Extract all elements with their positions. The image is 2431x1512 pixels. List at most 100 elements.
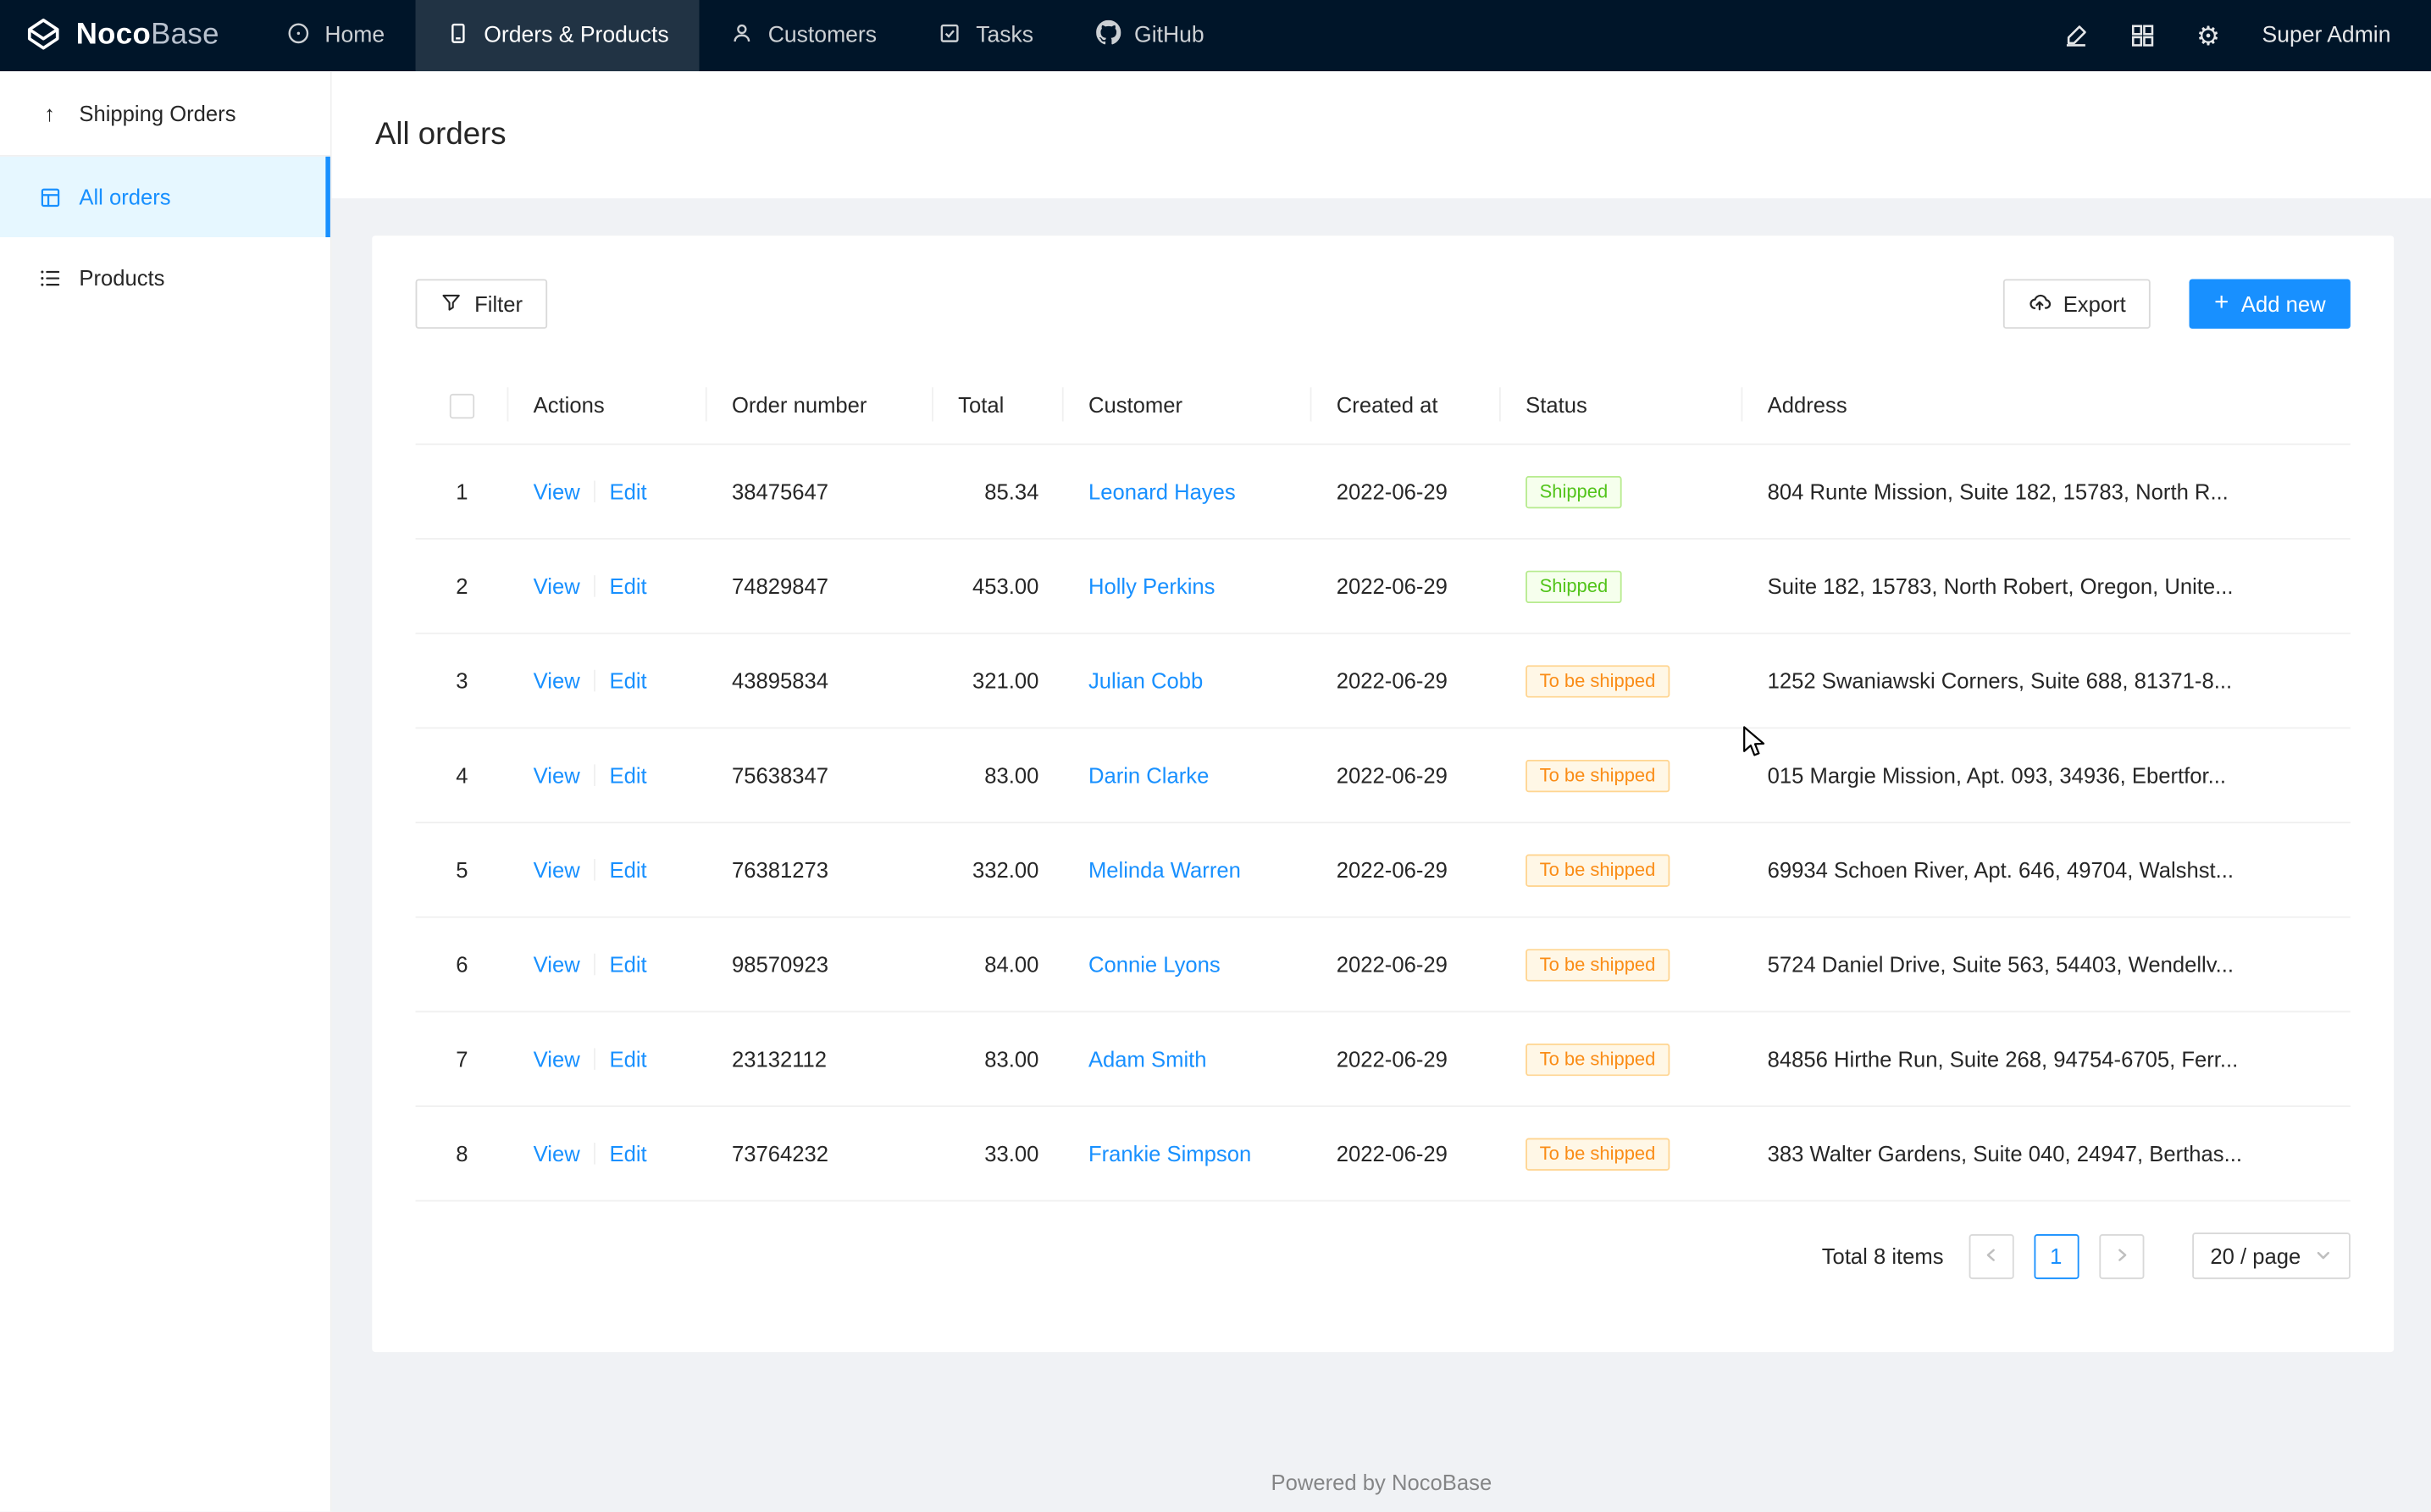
created-at-cell: 2022-06-29 (1312, 573, 1501, 598)
total-cell: 83.00 (933, 1047, 1064, 1072)
created-at-cell: 2022-06-29 (1312, 479, 1501, 504)
edit-link[interactable]: Edit (610, 1141, 647, 1166)
logo-text: NocoBase (76, 19, 219, 53)
nocobase-logo[interactable]: NocoBase (0, 0, 257, 71)
table-row: 8 View Edit 73764232 33.00 Frankie Simps… (416, 1107, 2351, 1202)
edit-link[interactable]: Edit (610, 763, 647, 788)
view-link[interactable]: View (534, 763, 580, 788)
nav-item-tasks[interactable]: Tasks (908, 0, 1065, 71)
customer-link[interactable]: Darin Clarke (1088, 763, 1209, 788)
row-index: 4 (416, 763, 509, 788)
table-row: 6 View Edit 98570923 84.00 Connie Lyons … (416, 918, 2351, 1013)
sidebar-item-label: All orders (79, 185, 170, 209)
page-header: All orders (332, 71, 2431, 198)
sidebar-item-products[interactable]: Products (0, 237, 330, 318)
pagination-page-1[interactable]: 1 (2034, 1233, 2079, 1278)
status-badge: Shipped (1526, 475, 1622, 507)
edit-link[interactable]: Edit (610, 1047, 647, 1072)
page-size-value: 20 / page (2210, 1243, 2301, 1268)
table-header-row: Actions Order number Total Customer Crea… (416, 366, 2351, 445)
order-number-cell: 23132112 (707, 1047, 933, 1072)
customer-link[interactable]: Connie Lyons (1088, 952, 1221, 977)
user-menu[interactable]: Super Admin (2262, 23, 2390, 47)
created-at-cell: 2022-06-29 (1312, 857, 1501, 882)
address-cell: 69934 Schoen River, Apt. 646, 49704, Wal… (1742, 857, 2351, 882)
row-index: 3 (416, 668, 509, 693)
nav-item-label: Customers (768, 23, 877, 47)
row-actions: View Edit (508, 763, 706, 788)
customer-cell: Julian Cobb (1064, 668, 1312, 693)
view-link[interactable]: View (534, 668, 580, 693)
status-badge: To be shipped (1526, 759, 1670, 791)
export-button[interactable]: Export (2002, 279, 2151, 329)
highlight-icon[interactable] (2063, 23, 2088, 47)
chevron-down-icon (2315, 1243, 2332, 1268)
nav-item-home[interactable]: Home (257, 0, 416, 71)
status-cell: To be shipped (1501, 1043, 1743, 1075)
view-link[interactable]: View (534, 1047, 580, 1072)
status-cell: To be shipped (1501, 759, 1743, 791)
total-cell: 321.00 (933, 668, 1064, 693)
column-header-total: Total (933, 392, 1064, 417)
status-badge: Shipped (1526, 570, 1622, 602)
row-index: 7 (416, 1047, 509, 1072)
edit-link[interactable]: Edit (610, 952, 647, 977)
filter-button[interactable]: Filter (416, 279, 548, 329)
customer-link[interactable]: Adam Smith (1088, 1047, 1207, 1072)
chevron-right-icon (2113, 1243, 2129, 1268)
created-at-cell: 2022-06-29 (1312, 668, 1501, 693)
export-button-label: Export (2063, 291, 2126, 316)
created-at-cell: 2022-06-29 (1312, 952, 1501, 977)
table-row: 2 View Edit 74829847 453.00 Holly Perkin… (416, 540, 2351, 634)
status-cell: To be shipped (1501, 1138, 1743, 1170)
tasks-icon (939, 21, 961, 51)
sidebar-item-all-orders[interactable]: All orders (0, 157, 330, 237)
add-new-button[interactable]: + Add new (2190, 279, 2351, 329)
nav-item-github[interactable]: GitHub (1065, 0, 1236, 71)
edit-link[interactable]: Edit (610, 857, 647, 882)
view-link[interactable]: View (534, 573, 580, 598)
nav-item-orders-products[interactable]: Orders & Products (416, 0, 700, 71)
customer-cell: Holly Perkins (1064, 573, 1312, 598)
action-divider (594, 670, 595, 692)
status-badge: To be shipped (1526, 1043, 1670, 1075)
table-row: 3 View Edit 43895834 321.00 Julian Cobb … (416, 634, 2351, 729)
view-link[interactable]: View (534, 952, 580, 977)
page-size-select[interactable]: 20 / page (2191, 1232, 2350, 1279)
nav-item-customers[interactable]: Customers (700, 0, 907, 71)
pagination-prev-button[interactable] (1969, 1233, 2013, 1278)
address-cell: 5724 Daniel Drive, Suite 563, 54403, Wen… (1742, 952, 2351, 977)
toolbar-right: Export + Add new (2002, 279, 2351, 329)
view-link[interactable]: View (534, 857, 580, 882)
edit-link[interactable]: Edit (610, 479, 647, 504)
edit-link[interactable]: Edit (610, 668, 647, 693)
column-header-actions: Actions (508, 392, 706, 417)
select-all-checkbox[interactable] (450, 393, 474, 418)
blocks-icon[interactable] (2129, 23, 2154, 47)
order-number-cell: 75638347 (707, 763, 933, 788)
customer-link[interactable]: Leonard Hayes (1088, 479, 1236, 504)
view-link[interactable]: View (534, 1141, 580, 1166)
status-badge: To be shipped (1526, 664, 1670, 696)
view-link[interactable]: View (534, 479, 580, 504)
list-icon (37, 266, 62, 289)
nav-item-label: Tasks (976, 23, 1033, 47)
customer-link[interactable]: Melinda Warren (1088, 857, 1241, 882)
customer-link[interactable]: Frankie Simpson (1088, 1141, 1251, 1166)
customer-link[interactable]: Holly Perkins (1088, 573, 1216, 598)
settings-icon[interactable]: ⚙ (2196, 23, 2220, 49)
edit-link[interactable]: Edit (610, 573, 647, 598)
customer-cell: Darin Clarke (1064, 763, 1312, 788)
customer-cell: Adam Smith (1064, 1047, 1312, 1072)
column-header-address: Address (1742, 392, 2351, 417)
pagination-next-button[interactable] (2099, 1233, 2144, 1278)
row-actions: View Edit (508, 573, 706, 598)
sidebar-item-shipping-orders[interactable]: ↑ Shipping Orders (0, 71, 330, 157)
customer-link[interactable]: Julian Cobb (1088, 668, 1203, 693)
status-cell: Shipped (1501, 475, 1743, 507)
chevron-left-icon (1982, 1243, 1999, 1268)
orders-table: Actions Order number Total Customer Crea… (416, 366, 2351, 1202)
order-number-cell: 74829847 (707, 573, 933, 598)
action-divider (594, 859, 595, 881)
row-index: 8 (416, 1141, 509, 1166)
